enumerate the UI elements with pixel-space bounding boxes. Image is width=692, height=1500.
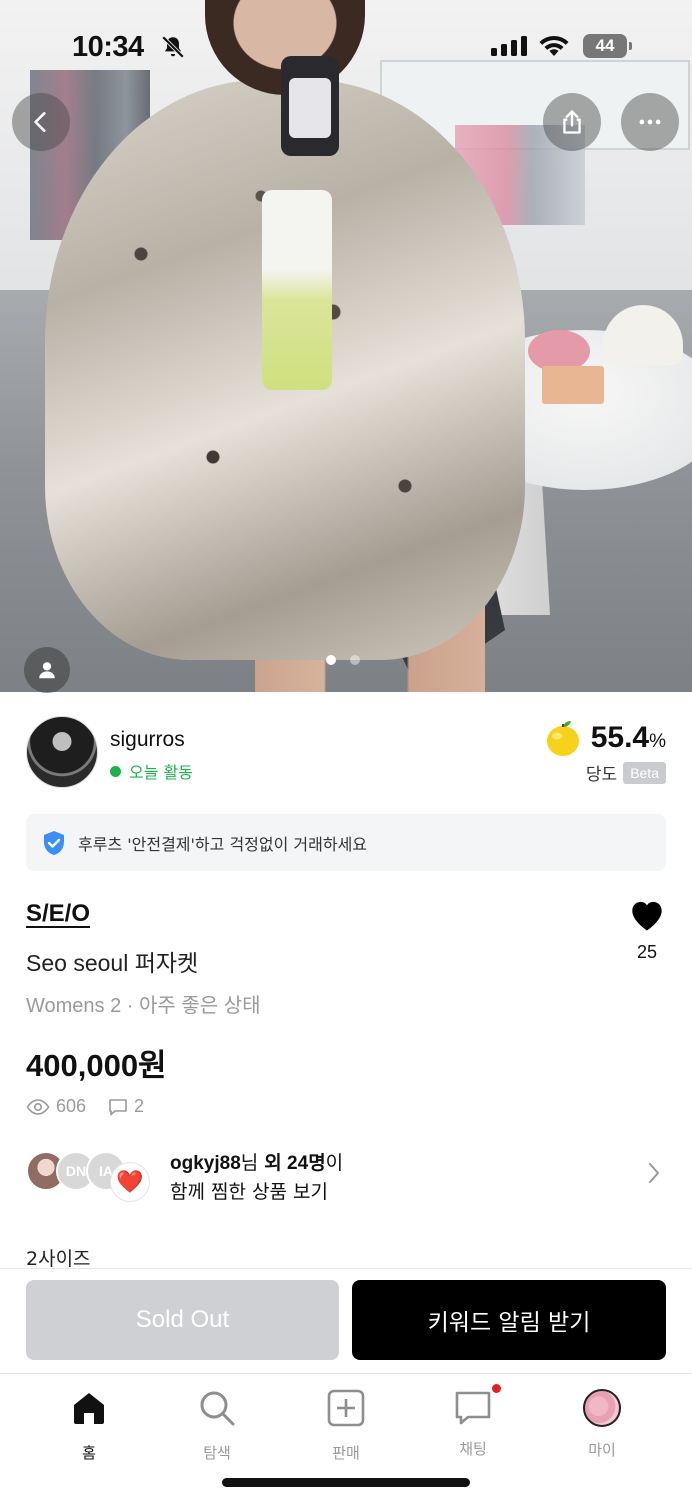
- beta-badge: Beta: [623, 761, 666, 784]
- divider: [0, 1268, 692, 1269]
- sweetness-score[interactable]: 55.4%: [543, 718, 666, 758]
- tab-search-label: 탐색: [203, 1444, 231, 1462]
- search-icon: [200, 1391, 235, 1426]
- product-price: 400,000원: [26, 1048, 167, 1083]
- shield-check-icon: [44, 830, 64, 855]
- brand-link[interactable]: S/E/O: [26, 900, 90, 928]
- model-info-button[interactable]: [24, 647, 70, 693]
- battery-icon: 44: [583, 34, 632, 58]
- liker-username: ogkyj88: [170, 1153, 241, 1174]
- view-count: 606: [56, 1096, 87, 1116]
- size-section-label: 2사이즈: [26, 1248, 91, 1270]
- status-time: 10:34: [72, 31, 144, 63]
- like-count: 25: [636, 942, 658, 962]
- more-button[interactable]: [621, 93, 679, 151]
- sold-out-button[interactable]: Sold Out: [26, 1280, 339, 1360]
- tab-search[interactable]: 탐색: [172, 1388, 262, 1463]
- chevron-left-icon: [34, 112, 46, 132]
- bell-slash-icon: [161, 35, 185, 59]
- seller-activity-label: 오늘 활동: [129, 763, 193, 782]
- score-value: 55.4%: [590, 721, 666, 754]
- likers-row[interactable]: DN IA ❤️ ogkyj88님 외 24명이 함께 찜한 상품 보기: [26, 1146, 666, 1203]
- tab-home-label: 홈: [82, 1444, 96, 1462]
- online-dot-icon: [110, 765, 121, 777]
- seller-activity: 오늘 활동: [110, 759, 193, 783]
- product-meta: Womens 2 · 아주 좋은 상태: [26, 995, 261, 1017]
- seller-row[interactable]: sigurros 오늘 활동 55.4% 당도 Beta: [26, 716, 666, 790]
- gallery-pagination: [326, 655, 360, 665]
- tab-home[interactable]: 홈: [44, 1388, 134, 1463]
- share-button[interactable]: [543, 93, 601, 151]
- chat-icon: [455, 1391, 491, 1425]
- more-icon: [639, 119, 661, 125]
- status-bar: 10:34 44: [0, 0, 692, 92]
- signal-icon: [491, 36, 527, 56]
- likers-link-text: 함께 찜한 상품 보기: [170, 1181, 328, 1203]
- page-dot[interactable]: [350, 655, 360, 665]
- tab-chat[interactable]: 채팅: [428, 1384, 518, 1459]
- home-indicator: [222, 1478, 470, 1487]
- chevron-right-icon: [649, 1163, 659, 1183]
- photo-top: [262, 190, 332, 390]
- back-button[interactable]: [12, 93, 70, 151]
- comment-count: 2: [134, 1096, 145, 1116]
- tab-chat-label: 채팅: [459, 1440, 487, 1458]
- seller-name[interactable]: sigurros: [110, 728, 185, 752]
- unread-dot: [492, 1384, 501, 1393]
- eye-icon: [26, 1098, 50, 1115]
- safe-pay-banner[interactable]: 후루츠 '안전결제'하고 걱정없이 거래하세요: [26, 814, 666, 871]
- share-icon: [563, 110, 581, 134]
- liker-others: 외 24명: [264, 1153, 326, 1174]
- product-title: Seo seoul 퍼자켓: [26, 950, 199, 976]
- my-avatar-wrap: [582, 1389, 622, 1429]
- tab-sell-label: 판매: [332, 1444, 360, 1462]
- seller-avatar[interactable]: [26, 716, 98, 788]
- heart-badge-icon: ❤️: [110, 1162, 150, 1202]
- like-button[interactable]: 25: [624, 898, 670, 963]
- score-label: 당도: [585, 765, 618, 785]
- keyword-alert-button[interactable]: 키워드 알림 받기: [352, 1280, 666, 1360]
- photo-box: [542, 366, 604, 404]
- page-dot-active[interactable]: [326, 655, 336, 665]
- safe-pay-text: 후루츠 '안전결제'하고 걱정없이 거래하세요: [78, 834, 368, 854]
- lemon-icon: [546, 721, 579, 756]
- home-icon: [74, 1393, 104, 1424]
- comment-icon: [109, 1098, 127, 1115]
- person-icon: [39, 662, 55, 679]
- likers-text: ogkyj88님 외 24명이 함께 찜한 상품 보기: [170, 1149, 343, 1206]
- avatar: [583, 1389, 621, 1427]
- tab-sell[interactable]: 판매: [301, 1388, 391, 1463]
- wifi-icon: [539, 35, 569, 56]
- product-stats: 606 2: [26, 1096, 144, 1117]
- score-label-row: 당도 Beta: [586, 760, 666, 785]
- tab-my[interactable]: 마이: [557, 1388, 647, 1460]
- heart-icon: [632, 901, 662, 931]
- plus-square-icon: [327, 1389, 365, 1427]
- tab-my-label: 마이: [588, 1441, 616, 1459]
- chat-icon-wrap: [453, 1384, 501, 1428]
